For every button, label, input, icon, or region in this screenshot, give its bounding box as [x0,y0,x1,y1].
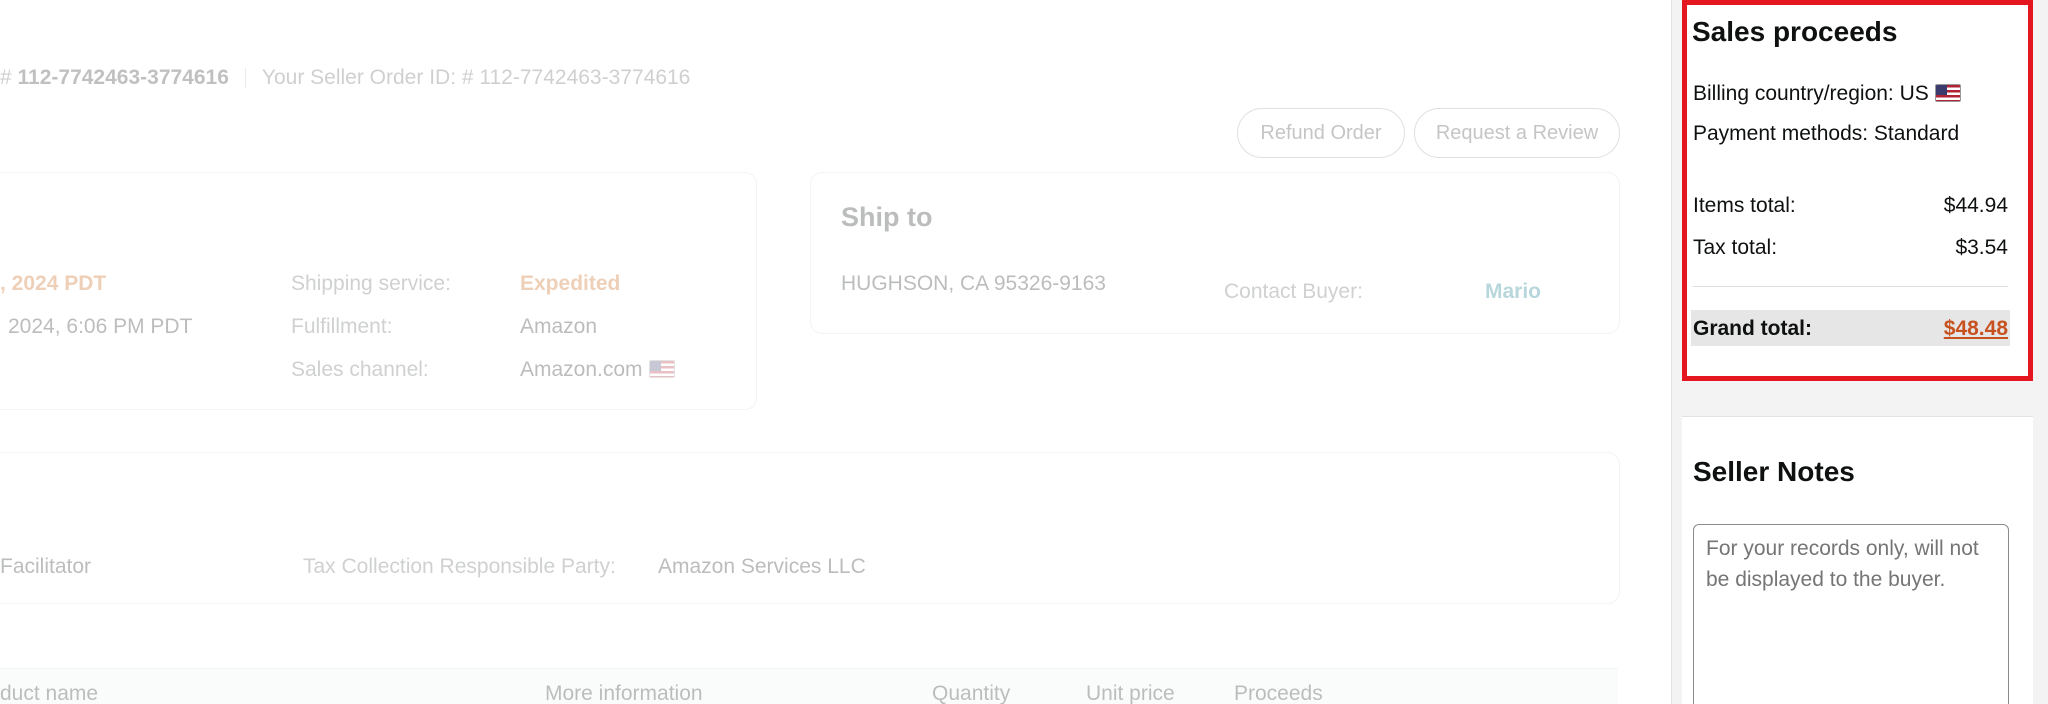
col-unit-price: Unit price [1086,682,1175,704]
tax-responsible-label: Tax Collection Responsible Party: [303,555,616,578]
col-proceeds: Proceeds [1234,682,1323,704]
grand-total-value[interactable]: $48.48 [1944,317,2008,341]
divider [1693,286,2008,287]
seller-notes-title: Seller Notes [1693,456,1855,487]
order-id-line: # 112-7742463-3774616 Your Seller Order I… [0,66,690,90]
billing-country: Billing country/region: US [1693,82,1961,106]
grand-total-label: Grand total: [1693,317,1812,340]
contact-buyer-link[interactable]: Mario [1485,280,1541,304]
tax-total-value: $3.54 [1955,236,2008,259]
tax-facilitator: Facilitator [0,555,92,578]
sales-channel-text: Amazon.com [520,358,643,381]
items-table-header [0,668,1618,704]
divider [244,68,246,89]
us-flag-icon [1934,84,1961,102]
order-prefix: # [0,66,18,89]
ship-to-title: Ship to [841,202,933,232]
items-total-label: Items total: [1693,194,1796,217]
tax-card [0,452,1620,604]
seller-order-id: Your Seller Order ID: # 112-7742463-3774… [261,66,691,89]
us-flag-icon [648,360,675,378]
shipping-service-label: Shipping service: [291,272,451,295]
sales-channel-value: Amazon.com [520,358,675,382]
purchase-date: 2024, 6:06 PM PDT [8,315,193,338]
tax-responsible-value: Amazon Services LLC [658,555,866,578]
shipping-service-value: Expedited [520,272,621,295]
ship-by-date: , 2024 PDT [0,272,107,295]
billing-country-text: Billing country/region: US [1693,82,1929,105]
ship-to-card [810,172,1620,334]
fulfillment-label: Fulfillment: [291,315,393,338]
sales-proceeds-title: Sales proceeds [1692,16,1898,47]
fulfillment-value: Amazon [520,315,598,338]
refund-order-button[interactable]: Refund Order [1237,108,1405,158]
seller-notes-input[interactable] [1693,524,2009,704]
sales-channel-label: Sales channel: [291,358,429,381]
ship-to-address: HUGHSON, CA 95326-9163 [841,272,1106,295]
col-product-name: duct name [0,682,99,704]
items-total-value: $44.94 [1943,194,2008,217]
order-id: 112-7742463-3774616 [17,66,229,89]
request-review-button[interactable]: Request a Review [1414,108,1620,158]
payment-methods: Payment methods: Standard [1693,122,1960,145]
col-quantity: Quantity [932,682,1011,704]
col-more-info: More information [545,682,703,704]
tax-total-label: Tax total: [1693,236,1778,259]
order-main-content: # 112-7742463-3774616 Your Seller Order I… [0,0,1660,704]
contact-buyer-label: Contact Buyer: [1224,280,1363,303]
